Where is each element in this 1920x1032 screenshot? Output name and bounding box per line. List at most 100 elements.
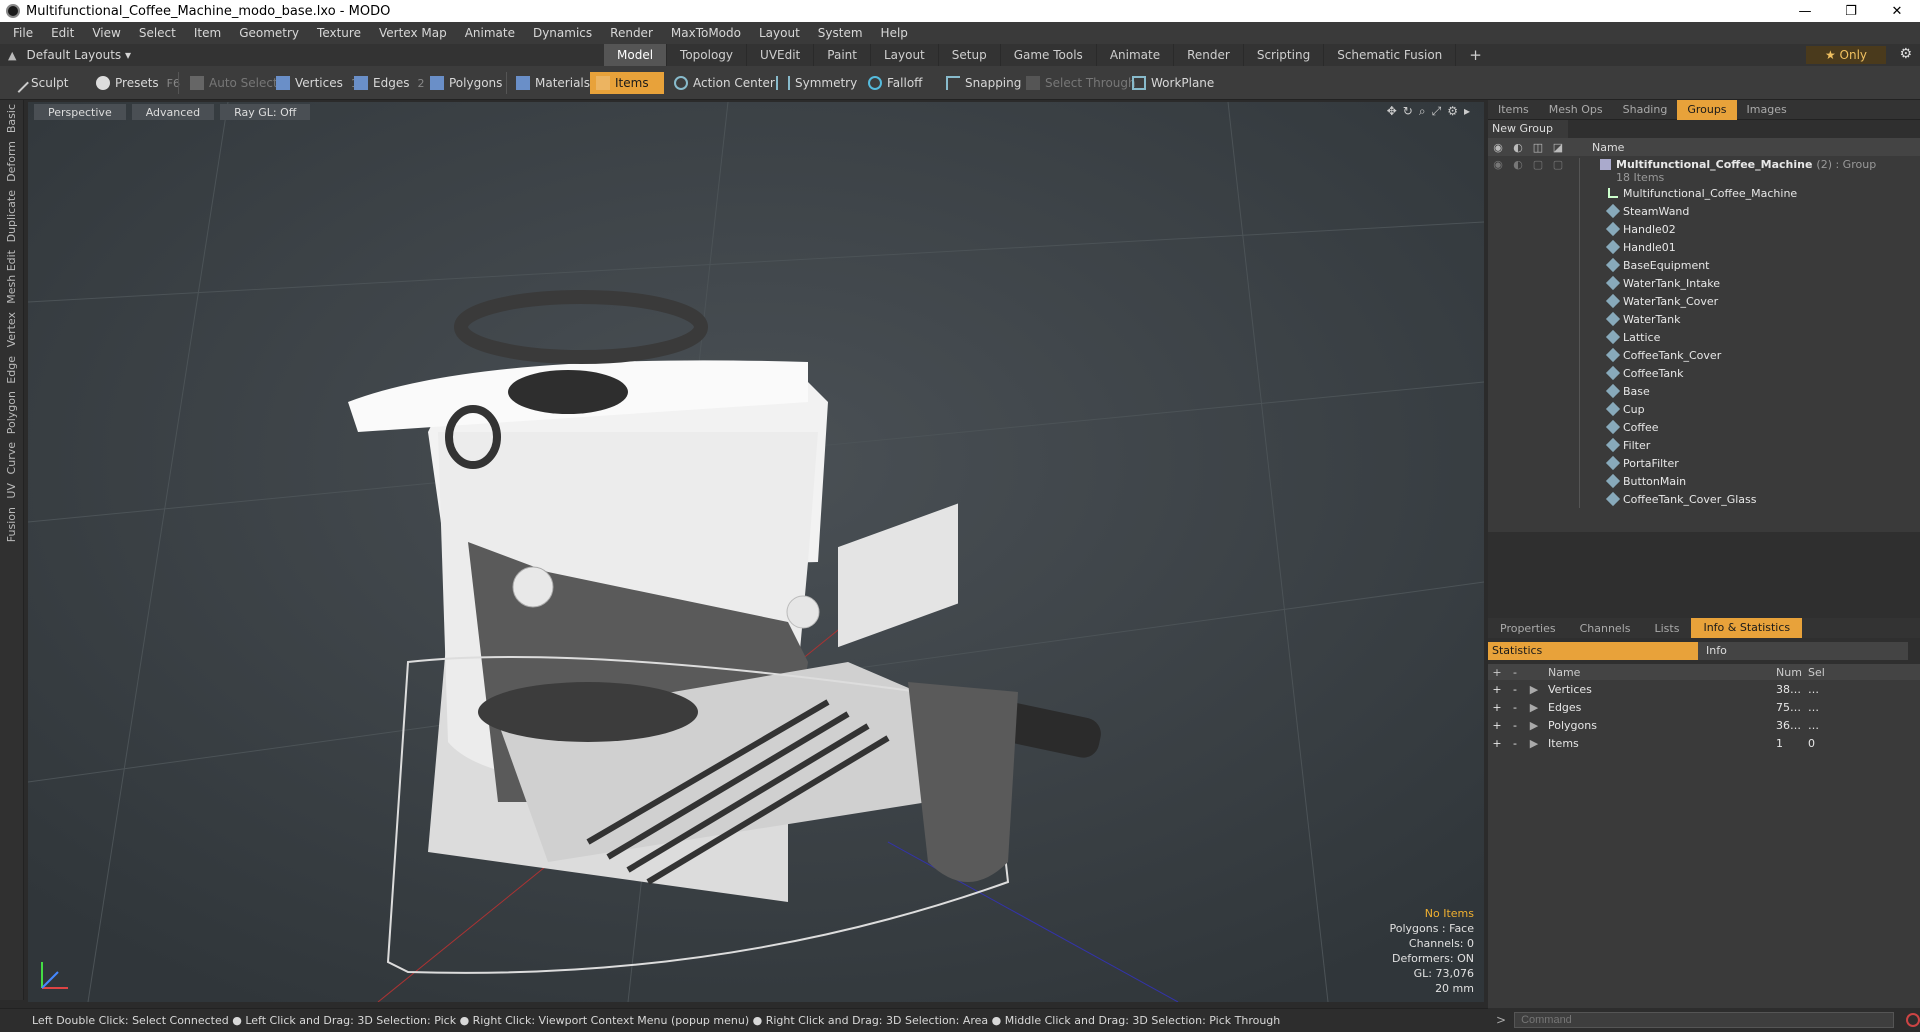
zoom-icon[interactable]: ⌕ bbox=[1419, 104, 1426, 119]
falloff-button[interactable]: Falloff bbox=[862, 72, 928, 94]
list-item[interactable]: BaseEquipment bbox=[1488, 256, 1920, 274]
list-item[interactable]: WaterTank_Cover bbox=[1488, 292, 1920, 310]
remove-icon[interactable]: - bbox=[1506, 737, 1524, 750]
tab-render[interactable]: Render bbox=[1174, 44, 1244, 66]
expand-arrow-icon[interactable]: ▶ bbox=[1524, 683, 1544, 696]
visibility-eye-icon[interactable]: ◉ bbox=[1488, 141, 1508, 154]
rotate-icon[interactable]: ↻ bbox=[1403, 104, 1413, 119]
list-item[interactable]: WaterTank_Intake bbox=[1488, 274, 1920, 292]
info-tab[interactable]: Info bbox=[1698, 642, 1908, 660]
expand-arrow-icon[interactable]: ▶ bbox=[1524, 719, 1544, 732]
gear-icon[interactable]: ⚙ bbox=[1899, 46, 1912, 62]
list-item[interactable]: SteamWand bbox=[1488, 202, 1920, 220]
list-item[interactable]: Handle01 bbox=[1488, 238, 1920, 256]
add-icon[interactable]: + bbox=[1488, 701, 1506, 714]
edges-button[interactable]: Edges 2 bbox=[348, 72, 430, 94]
tab-topology[interactable]: Topology bbox=[667, 44, 748, 66]
lefttab-basic[interactable]: Basic bbox=[0, 100, 23, 137]
new-group-button[interactable]: New Group bbox=[1488, 120, 1568, 138]
menu-help[interactable]: Help bbox=[872, 26, 917, 40]
maximize-button[interactable]: ❐ bbox=[1828, 0, 1874, 22]
lefttab-fusion[interactable]: Fusion bbox=[0, 503, 23, 546]
list-item[interactable]: CoffeeTank_Cover bbox=[1488, 346, 1920, 364]
minimize-button[interactable]: — bbox=[1782, 0, 1828, 22]
tab-shading[interactable]: Shading bbox=[1613, 100, 1678, 120]
tab-mesh-ops[interactable]: Mesh Ops bbox=[1539, 100, 1613, 120]
list-item[interactable]: Filter bbox=[1488, 436, 1920, 454]
lefttab-curve[interactable]: Curve bbox=[0, 438, 23, 478]
list-item[interactable]: WaterTank bbox=[1488, 310, 1920, 328]
table-row[interactable]: + - ▶ Vertices 38… … bbox=[1488, 680, 1920, 698]
layout-menu-icon[interactable]: ▲ bbox=[8, 49, 16, 62]
statistics-tab[interactable]: Statistics bbox=[1488, 642, 1698, 660]
tab-images[interactable]: Images bbox=[1737, 100, 1797, 120]
tab-info-statistics[interactable]: Info & Statistics bbox=[1691, 618, 1803, 638]
close-button[interactable]: ✕ bbox=[1874, 0, 1920, 22]
polygons-button[interactable]: Polygons bbox=[424, 72, 508, 94]
list-item[interactable]: PortaFilter bbox=[1488, 454, 1920, 472]
snapping-button[interactable]: Snapping bbox=[940, 72, 1027, 94]
tab-uvedit[interactable]: UVEdit bbox=[747, 44, 815, 66]
lock-icon[interactable]: ◫ bbox=[1528, 141, 1548, 154]
tab-scripting[interactable]: Scripting bbox=[1244, 44, 1325, 66]
tab-model[interactable]: Model bbox=[604, 44, 668, 66]
command-arrow-icon[interactable]: > bbox=[1496, 1013, 1506, 1027]
list-item[interactable]: Lattice bbox=[1488, 328, 1920, 346]
list-item[interactable]: CoffeeTank bbox=[1488, 364, 1920, 382]
perspective-dropdown[interactable]: Perspective bbox=[34, 104, 126, 120]
add-icon[interactable]: + bbox=[1488, 719, 1506, 732]
expand-icon[interactable]: ▸ bbox=[1464, 104, 1470, 119]
menu-item[interactable]: Item bbox=[185, 26, 230, 40]
table-row[interactable]: + - ▶ Polygons 36… … bbox=[1488, 716, 1920, 734]
tab-items[interactable]: Items bbox=[1488, 100, 1539, 120]
list-item[interactable]: Multifunctional_Coffee_Machine bbox=[1488, 184, 1920, 202]
list-item[interactable]: CoffeeTank_Cover_Glass bbox=[1488, 490, 1920, 508]
lefttab-deform[interactable]: Deform bbox=[0, 137, 23, 186]
tab-animate[interactable]: Animate bbox=[1097, 44, 1175, 66]
lefttab-uv[interactable]: UV bbox=[0, 479, 23, 503]
expand-arrow-icon[interactable]: ▶ bbox=[1524, 701, 1544, 714]
tab-layout[interactable]: Layout bbox=[871, 44, 939, 66]
tab-paint[interactable]: Paint bbox=[814, 44, 871, 66]
auto-select-button[interactable]: Auto Select bbox=[184, 72, 284, 94]
action-center-button[interactable]: Action Center bbox=[668, 72, 781, 94]
symmetry-button[interactable]: Symmetry bbox=[770, 72, 863, 94]
group-row[interactable]: ◉ ◐ ▢ ▢ Multifunctional_Coffee_Machine (2) … bbox=[1488, 156, 1920, 186]
materials-button[interactable]: Materials bbox=[510, 72, 596, 94]
remove-icon[interactable]: - bbox=[1506, 719, 1524, 732]
3d-viewport[interactable]: Perspective Advanced Ray GL: Off ✥ ↻ ⌕ ⤢… bbox=[28, 102, 1484, 1002]
fit-icon[interactable]: ⤢ bbox=[1432, 104, 1442, 119]
expand-arrow-icon[interactable]: ▶ bbox=[1524, 737, 1544, 750]
menu-edit[interactable]: Edit bbox=[42, 26, 83, 40]
remove-icon[interactable]: - bbox=[1506, 683, 1524, 696]
menu-animate[interactable]: Animate bbox=[456, 26, 524, 40]
command-input[interactable] bbox=[1514, 1012, 1894, 1028]
add-icon[interactable]: + bbox=[1488, 683, 1506, 696]
layout-dropdown[interactable]: Default Layouts ▾ bbox=[26, 48, 131, 62]
menu-select[interactable]: Select bbox=[130, 26, 185, 40]
list-item[interactable]: ButtonMain bbox=[1488, 472, 1920, 490]
raygl-dropdown[interactable]: Ray GL: Off bbox=[220, 104, 311, 120]
tab-game-tools[interactable]: Game Tools bbox=[1001, 44, 1097, 66]
advanced-dropdown[interactable]: Advanced bbox=[131, 104, 215, 120]
list-item[interactable]: Handle02 bbox=[1488, 220, 1920, 238]
menu-render[interactable]: Render bbox=[601, 26, 662, 40]
list-item[interactable]: Coffee bbox=[1488, 418, 1920, 436]
tab-groups[interactable]: Groups bbox=[1677, 99, 1737, 120]
lefttab-mesh-edit[interactable]: Mesh Edit bbox=[0, 246, 23, 308]
tab-lists[interactable]: Lists bbox=[1643, 622, 1692, 635]
tab-channels[interactable]: Channels bbox=[1568, 622, 1643, 635]
list-item[interactable]: Base bbox=[1488, 382, 1920, 400]
record-macro-icon[interactable] bbox=[1906, 1013, 1920, 1027]
lefttab-edge[interactable]: Edge bbox=[0, 352, 23, 388]
select-through-button[interactable]: Select Through bbox=[1020, 72, 1142, 94]
menu-texture[interactable]: Texture bbox=[308, 26, 370, 40]
selectable-icon[interactable]: ◪ bbox=[1548, 141, 1568, 154]
items-button[interactable]: Items bbox=[590, 72, 664, 94]
lefttab-polygon[interactable]: Polygon bbox=[0, 387, 23, 438]
menu-geometry[interactable]: Geometry bbox=[230, 26, 308, 40]
sculpt-button[interactable]: Sculpt bbox=[6, 72, 74, 94]
menu-system[interactable]: System bbox=[809, 26, 872, 40]
menu-view[interactable]: View bbox=[83, 26, 129, 40]
table-row[interactable]: + - ▶ Items 1 0 bbox=[1488, 734, 1920, 752]
